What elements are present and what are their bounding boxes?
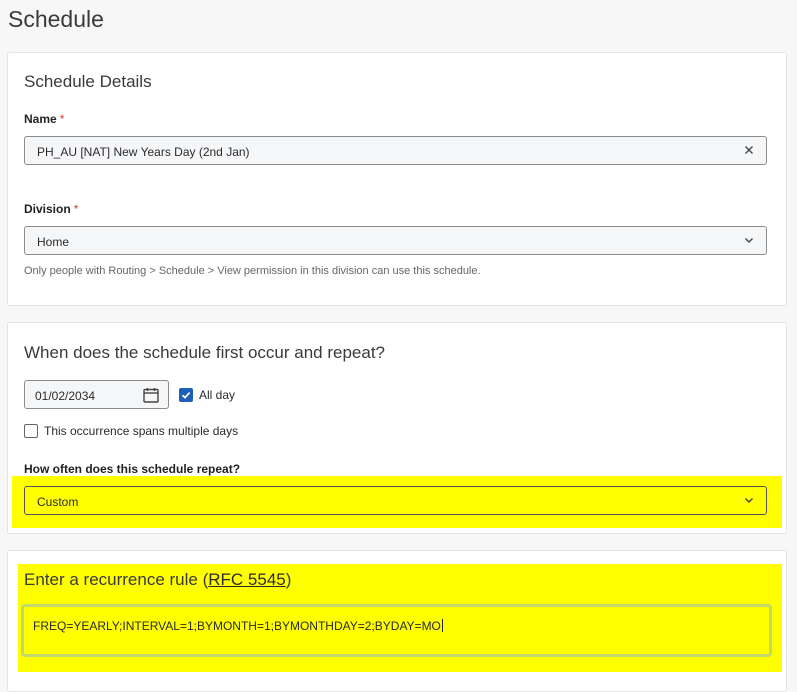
close-icon[interactable] <box>742 143 756 157</box>
division-label-text: Division <box>24 202 71 216</box>
text-caret <box>441 619 443 632</box>
name-label-text: Name <box>24 112 57 126</box>
recurrence-rule-text: FREQ=YEARLY;INTERVAL=1;BYMONTH=1;BYMONTH… <box>33 619 441 633</box>
name-input[interactable]: PH_AU [NAT] New Years Day (2nd Jan) <box>24 136 767 165</box>
recurrence-rule-value: FREQ=YEARLY;INTERVAL=1;BYMONTH=1;BYMONTH… <box>33 619 443 633</box>
division-select-value: Home <box>37 235 70 249</box>
all-day-checkbox[interactable]: All day <box>179 388 235 402</box>
repeat-label: How often does this schedule repeat? <box>24 462 241 476</box>
all-day-label: All day <box>199 388 236 402</box>
name-input-value: PH_AU [NAT] New Years Day (2nd Jan) <box>37 145 250 159</box>
all-day-checkbox-box[interactable] <box>179 388 193 402</box>
division-required-marker: * <box>73 202 79 216</box>
repeat-select[interactable]: Custom <box>24 486 767 515</box>
recurrence-title: Enter a recurrence rule (RFC 5545) <box>24 570 291 590</box>
calendar-icon[interactable] <box>142 386 160 404</box>
page-title: Schedule <box>8 6 104 32</box>
recurrence-rule-input[interactable]: FREQ=YEARLY;INTERVAL=1;BYMONTH=1;BYMONTH… <box>21 604 772 657</box>
division-hint: Only people with Routing > Schedule > Vi… <box>24 265 481 277</box>
multi-day-checkbox-box[interactable] <box>24 424 38 438</box>
name-label: Name * <box>24 112 64 126</box>
recurrence-card: Enter a recurrence rule (RFC 5545) FREQ=… <box>7 550 787 692</box>
start-date-input[interactable]: 01/02/2034 <box>24 380 169 409</box>
rfc-5545-link[interactable]: RFC 5545 <box>208 570 285 589</box>
recurrence-title-suffix: ) <box>285 570 292 589</box>
division-select[interactable]: Home <box>24 226 767 255</box>
schedule-details-card: Schedule Details Name * PH_AU [NAT] New Y… <box>7 52 787 306</box>
multi-day-checkbox[interactable]: This occurrence spans multiple days <box>24 424 238 438</box>
check-icon <box>181 392 191 399</box>
name-required-marker: * <box>59 112 65 126</box>
start-date-value: 01/02/2034 <box>35 389 96 403</box>
occurrence-card: When does the schedule first occur and r… <box>7 322 787 534</box>
schedule-details-title: Schedule Details <box>24 72 152 91</box>
division-label: Division * <box>24 202 78 216</box>
recurrence-title-prefix: Enter a recurrence rule ( <box>24 570 209 589</box>
occurrence-title: When does the schedule first occur and r… <box>24 343 385 362</box>
repeat-select-value: Custom <box>37 495 79 509</box>
chevron-down-icon <box>745 238 753 243</box>
chevron-down-icon <box>745 498 753 503</box>
multi-day-label: This occurrence spans multiple days <box>44 424 239 438</box>
